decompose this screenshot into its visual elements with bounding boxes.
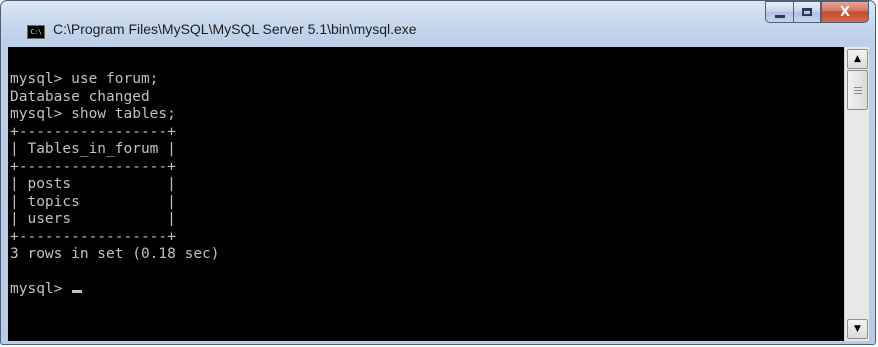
scrollbar-thumb[interactable] xyxy=(847,70,868,110)
vertical-scrollbar[interactable]: ▲ ▼ xyxy=(844,47,869,341)
console-line: | posts | xyxy=(10,176,176,192)
console-line: Database changed xyxy=(10,88,150,105)
scroll-up-button[interactable]: ▲ xyxy=(847,49,868,69)
console-output-area[interactable]: mysql> use forum; Database changed mysql> … xyxy=(8,47,844,341)
thumb-grip-line xyxy=(854,93,862,94)
console-window: C:\ C:\Program Files\MySQL\MySQL Server … xyxy=(0,0,876,345)
close-button[interactable]: X xyxy=(821,1,869,23)
minimize-button[interactable] xyxy=(765,1,793,23)
console-text: mysql> use forum; Database changed mysql> … xyxy=(10,71,220,299)
console-line: mysql> show tables; xyxy=(10,106,176,122)
console-line: mysql> xyxy=(10,281,220,299)
console-line: +-----------------+ xyxy=(10,228,176,245)
window-title: C:\Program Files\MySQL\MySQL Server 5.1\… xyxy=(53,21,417,37)
console-line: +-----------------+ xyxy=(10,158,176,175)
console-line: | Tables_in_forum | xyxy=(10,141,176,157)
console-app-icon[interactable]: C:\ xyxy=(27,25,45,39)
scroll-up-arrow-icon: ▲ xyxy=(854,54,861,64)
console-line: | topics | xyxy=(10,193,176,210)
scroll-down-arrow-icon: ▼ xyxy=(854,324,861,334)
thumb-grip-line xyxy=(854,90,862,91)
console-line: +-----------------+ xyxy=(10,123,176,140)
minimize-icon xyxy=(774,14,785,18)
close-icon: X xyxy=(839,4,851,20)
caption-buttons: X xyxy=(765,1,869,27)
console-line: mysql> use forum; xyxy=(10,71,159,87)
thumb-grip-line xyxy=(854,87,862,88)
maximize-button[interactable] xyxy=(793,1,821,23)
console-line: 3 rows in set (0.18 sec) xyxy=(10,246,220,262)
scroll-down-button[interactable]: ▼ xyxy=(847,319,868,339)
maximize-icon xyxy=(802,8,812,16)
title-bar[interactable]: C:\ C:\Program Files\MySQL\MySQL Server … xyxy=(1,1,875,47)
console-line: | users | xyxy=(10,211,176,227)
text-cursor xyxy=(72,290,83,293)
